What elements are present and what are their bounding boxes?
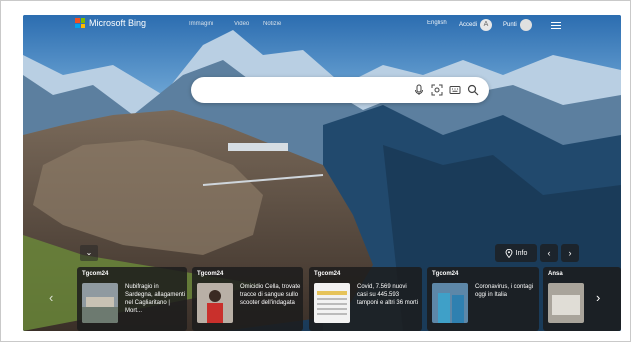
microphone-icon[interactable] [413, 84, 425, 96]
microsoft-logo-icon [75, 18, 85, 28]
brand-name: Microsoft Bing [89, 18, 147, 28]
news-source: Tgcom24 [432, 271, 459, 277]
news-source: Ansa [548, 271, 563, 277]
news-card[interactable]: Tgcom24 Coronavirus, i contagi oggi in I… [427, 267, 539, 331]
keyboard-icon[interactable] [449, 84, 461, 96]
image-info-button[interactable]: Info [495, 244, 537, 262]
signin-button[interactable]: Accedi A [459, 19, 493, 31]
visual-search-icon[interactable] [431, 84, 443, 96]
news-thumbnail [314, 283, 350, 323]
previous-image-button[interactable]: ‹ [540, 244, 558, 262]
points-label: Punti [503, 22, 517, 28]
news-card[interactable]: Tgcom24 Omicidio Cella, trovate tracce d… [192, 267, 303, 331]
trophy-icon [519, 19, 532, 31]
news-next-arrow[interactable]: › [596, 290, 600, 305]
news-card[interactable]: Tgcom24 Nubifragio in Sardegna, allagame… [77, 267, 187, 331]
news-card[interactable]: Tgcom24 Covid, 7.569 nuovi casi su 445.5… [309, 267, 422, 331]
bing-homepage: Microsoft Bing Immagini Video Notizie En… [23, 15, 621, 331]
news-source: Tgcom24 [82, 271, 109, 277]
top-bar: Microsoft Bing Immagini Video Notizie En… [23, 15, 621, 35]
news-headline: Omicidio Cella, trovate tracce di sangue… [240, 284, 301, 306]
language-link[interactable]: English [427, 20, 447, 26]
bing-logo[interactable]: Microsoft Bing [75, 18, 146, 28]
rewards-button[interactable]: Punti [503, 19, 532, 31]
avatar-icon: A [480, 19, 493, 31]
news-headline: Nubifragio in Sardegna, allagamenti nel … [125, 284, 186, 314]
search-icon[interactable] [467, 84, 479, 96]
info-label: Info [515, 249, 528, 257]
next-image-button[interactable]: › [561, 244, 579, 262]
news-headline: Covid, 7.569 nuovi casi su 445.593 tampo… [357, 284, 419, 306]
news-source: Tgcom24 [314, 271, 341, 277]
news-source: Tgcom24 [197, 271, 224, 277]
nav-images-link[interactable]: Immagini [189, 21, 213, 27]
news-thumbnail [432, 283, 468, 323]
location-pin-icon [505, 248, 513, 258]
nav-news-link[interactable]: Notizie [263, 21, 281, 27]
news-thumbnail [197, 283, 233, 323]
search-box [191, 77, 489, 103]
news-thumbnail [548, 283, 584, 323]
collapse-feed-button[interactable]: ⌄ [80, 245, 98, 261]
news-thumbnail [82, 283, 118, 323]
nav-videos-link[interactable]: Video [234, 21, 249, 27]
screenshot-frame: Microsoft Bing Immagini Video Notizie En… [0, 0, 631, 342]
news-carousel: Tgcom24 Nubifragio in Sardegna, allagame… [77, 267, 621, 331]
news-prev-arrow[interactable]: ‹ [49, 290, 53, 305]
news-headline: Coronavirus, i contagi oggi in Italia [475, 284, 534, 298]
search-input[interactable] [203, 82, 407, 100]
news-card[interactable]: Ansa [543, 267, 621, 331]
hamburger-menu-icon[interactable] [551, 20, 561, 31]
signin-label: Accedi [459, 22, 478, 28]
